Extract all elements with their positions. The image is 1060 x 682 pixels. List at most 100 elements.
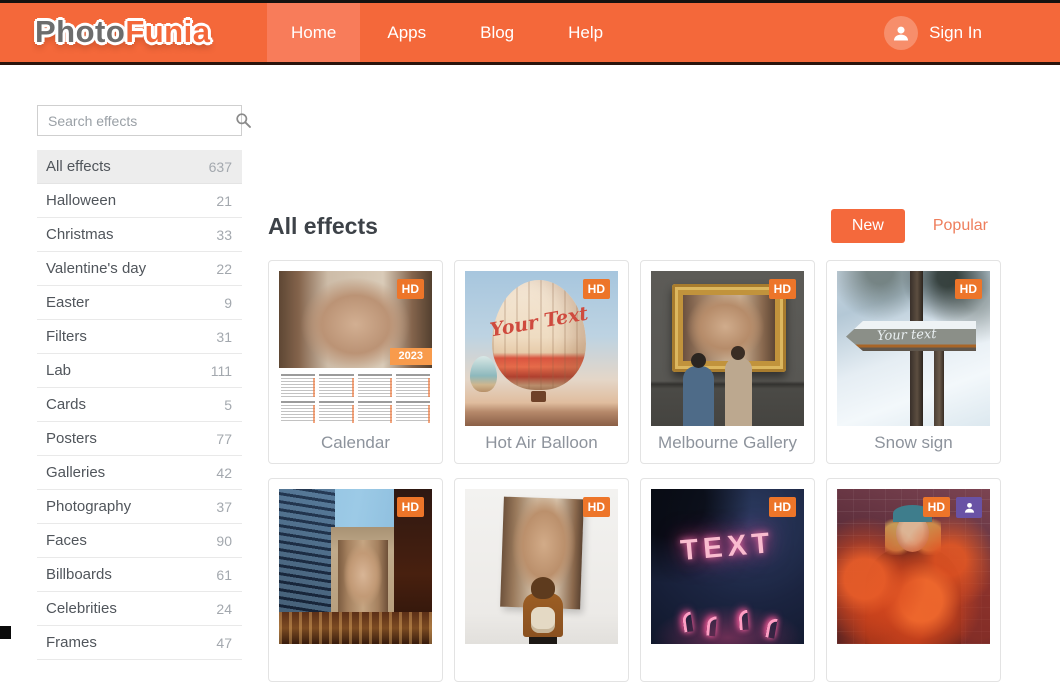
- category-count: 5: [224, 396, 232, 413]
- main-nav: Home Apps Blog Help: [267, 3, 630, 62]
- category-count: 111: [210, 362, 232, 379]
- neon-overlay-text: TEXT: [679, 526, 776, 568]
- category-count: 90: [216, 532, 232, 549]
- category-count: 77: [216, 430, 232, 447]
- category-label: Galleries: [46, 464, 106, 481]
- effect-thumbnail-snow-sign: Your text HD: [837, 271, 990, 426]
- category-halloween[interactable]: Halloween 21: [37, 184, 242, 218]
- search-icon[interactable]: [235, 112, 252, 129]
- category-filters[interactable]: Filters 31: [37, 320, 242, 354]
- effect-card-city-billboard[interactable]: HD: [268, 478, 443, 682]
- page-title: All effects: [268, 212, 378, 239]
- viewer-backpack: [531, 607, 555, 633]
- category-photography[interactable]: Photography 37: [37, 490, 242, 524]
- category-billboards[interactable]: Billboards 61: [37, 558, 242, 592]
- year-tag: 2023: [389, 348, 432, 365]
- category-label: Christmas: [46, 226, 114, 243]
- site-logo[interactable]: PhotoFunia: [35, 14, 210, 50]
- effect-title: [465, 651, 618, 671]
- effect-thumbnail-city-billboard: HD: [279, 489, 432, 644]
- billboard-face: [338, 540, 388, 616]
- nav-item-apps[interactable]: Apps: [360, 3, 453, 62]
- neon-light-squiggle: [681, 611, 694, 633]
- viewer-hair: [531, 577, 555, 599]
- category-all-effects[interactable]: All effects 637: [37, 150, 242, 184]
- category-label: Celebrities: [46, 600, 117, 617]
- effect-card-melbourne-gallery[interactable]: HD Melbourne Gallery: [640, 260, 815, 464]
- search-input[interactable]: [38, 112, 235, 129]
- category-label: Halloween: [46, 192, 117, 209]
- hd-badge: HD: [396, 497, 424, 517]
- category-count: 24: [216, 600, 232, 617]
- sign-overlay-text: Your text: [876, 326, 937, 345]
- category-count: 37: [216, 498, 232, 515]
- effect-title: Calendar: [321, 433, 390, 452]
- effect-title: Snow sign: [874, 433, 953, 452]
- sort-popular-link[interactable]: Popular: [923, 209, 998, 243]
- mini-month: [281, 400, 316, 423]
- effect-card-orange-smoke[interactable]: HD: [826, 478, 1001, 682]
- nav-item-home[interactable]: Home: [267, 3, 361, 62]
- category-posters[interactable]: Posters 77: [37, 422, 242, 456]
- effect-thumbnail-white-gallery: HD: [465, 489, 618, 644]
- effect-title: [837, 651, 990, 671]
- category-christmas[interactable]: Christmas 33: [37, 218, 242, 252]
- neon-light-squiggle: [738, 609, 749, 631]
- category-label: Easter: [46, 294, 90, 311]
- small-balloon-shape: [470, 356, 497, 392]
- category-count: 33: [216, 226, 232, 243]
- category-galleries[interactable]: Galleries 42: [37, 456, 242, 490]
- category-label: Posters: [46, 430, 97, 447]
- category-cards[interactable]: Cards 5: [37, 388, 242, 422]
- category-count: 9: [224, 294, 232, 311]
- category-lab[interactable]: Lab 111: [37, 354, 242, 388]
- sign-in-label: Sign In: [929, 22, 982, 42]
- category-valentines-day[interactable]: Valentine's day 22: [37, 252, 242, 286]
- category-celebrities[interactable]: Celebrities 24: [37, 592, 242, 626]
- logo-part-funia: Funia: [125, 14, 211, 49]
- category-faces[interactable]: Faces 90: [37, 524, 242, 558]
- category-label: Frames: [46, 634, 97, 651]
- effects-grid: 2023 HD Calendar Your Text HD Hot Air Ba…: [268, 260, 1001, 682]
- mini-month: [357, 374, 393, 397]
- sign-post: [934, 343, 944, 426]
- effect-card-calendar[interactable]: 2023 HD Calendar: [268, 260, 443, 464]
- effect-card-snow-sign[interactable]: Your text HD Snow sign: [826, 260, 1001, 464]
- effect-thumbnail-balloon: Your Text HD: [465, 271, 618, 426]
- mini-calendar-grid: [281, 374, 431, 423]
- category-label: Faces: [46, 532, 87, 549]
- effect-card-neon-lights[interactable]: TEXT HD: [640, 478, 815, 682]
- neon-light-squiggle: [706, 615, 717, 637]
- effect-card-hot-air-balloon[interactable]: Your Text HD Hot Air Balloon: [454, 260, 629, 464]
- category-label: Lab: [46, 362, 72, 379]
- nav-item-blog[interactable]: Blog: [453, 3, 541, 62]
- hd-badge: HD: [768, 279, 796, 299]
- visitor-silhouette: [683, 353, 714, 426]
- hd-badge: HD: [954, 279, 982, 299]
- screenshot-corner-artifact: [0, 626, 11, 639]
- hd-badge: HD: [582, 497, 610, 517]
- category-count: 637: [208, 158, 232, 175]
- user-avatar-icon: [884, 15, 919, 50]
- viewer-legs: [529, 636, 557, 644]
- category-count: 31: [216, 328, 232, 345]
- nav-item-help[interactable]: Help: [541, 3, 630, 62]
- effect-thumbnail-calendar: 2023 HD: [279, 271, 432, 426]
- search-effects-box: [37, 105, 251, 136]
- mini-month: [319, 400, 354, 423]
- effect-card-white-gallery[interactable]: HD: [454, 478, 629, 682]
- category-easter[interactable]: Easter 9: [37, 286, 242, 320]
- hd-badge: HD: [768, 497, 796, 517]
- mini-month: [319, 374, 354, 397]
- neon-light-squiggle: [765, 617, 778, 639]
- sign-in-button[interactable]: Sign In: [884, 3, 982, 62]
- category-count: 21: [216, 192, 232, 209]
- category-label: Billboards: [46, 566, 112, 583]
- visitor-silhouette: [725, 346, 752, 426]
- category-frames[interactable]: Frames 47: [37, 626, 242, 660]
- effect-title: [279, 651, 432, 671]
- mini-month: [281, 374, 316, 397]
- sort-new-button[interactable]: New: [830, 209, 905, 243]
- person-badge-icon: [956, 497, 982, 518]
- category-label: All effects: [46, 158, 111, 175]
